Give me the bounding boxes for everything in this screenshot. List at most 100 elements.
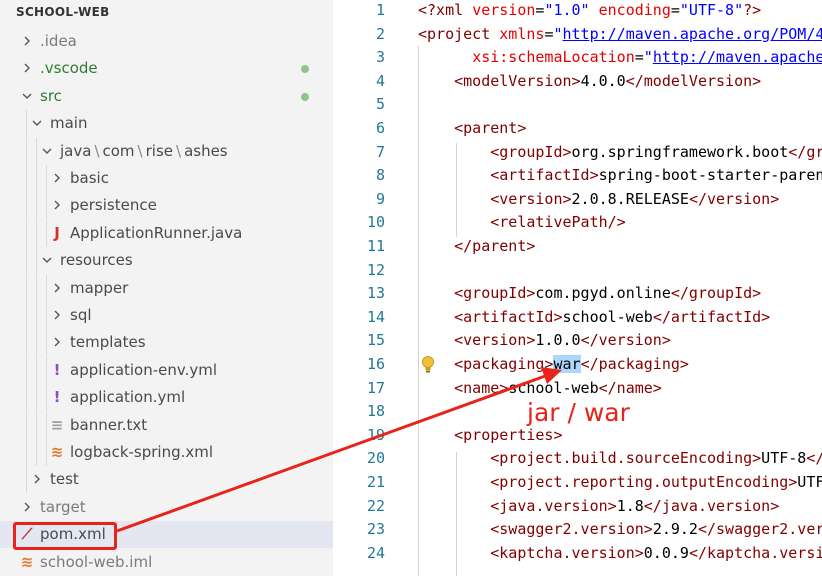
code-line[interactable]: <groupId>org.springframework.boot</group…: [418, 143, 822, 161]
tree-item-label: basic: [70, 169, 109, 187]
tree-item-label: application.yml: [70, 388, 186, 407]
code-token: "1.0": [544, 1, 590, 19]
tree-item-label: mapper: [70, 278, 129, 297]
code-line[interactable]: <kaptcha.version>0.0.9</kaptcha.version>: [418, 544, 822, 562]
code-token: <artifactId>: [418, 166, 599, 185]
code-token: http://maven.apache.org/POM/4.0.0: [652, 48, 822, 67]
tree-folder[interactable]: .vscode: [0, 55, 333, 82]
tree-item-label: resources: [60, 251, 133, 270]
tree-indent-guide: [36, 165, 37, 192]
tree-folder[interactable]: .idea: [0, 28, 333, 55]
code-line[interactable]: <relativePath/>: [418, 213, 625, 231]
chevron-right-icon[interactable]: [50, 275, 64, 303]
chevron-right-icon[interactable]: [50, 329, 64, 357]
tree-item-label: .vscode: [40, 59, 98, 78]
tree-folder[interactable]: java \ com \ rise \ ashes: [0, 137, 333, 166]
code-line[interactable]: <artifactId>school-web</artifactId>: [418, 308, 770, 326]
code-line[interactable]: <?xml version="1.0" encoding="UTF-8"?>: [418, 1, 761, 19]
code-line[interactable]: <parent>: [418, 119, 526, 137]
line-number: 4: [375, 71, 385, 90]
tree-folder[interactable]: target: [0, 494, 333, 521]
tree-folder[interactable]: templates: [0, 329, 333, 357]
code-token: <version>: [418, 331, 536, 350]
code-line[interactable]: <groupId>com.pgyd.online</groupId>: [418, 284, 761, 302]
code-line[interactable]: <packaging>war</packaging>: [418, 355, 689, 373]
code-token: <groupId>: [418, 142, 572, 161]
tree-folder[interactable]: persistence: [0, 192, 333, 220]
code-token: school-web: [508, 378, 599, 397]
chevron-right-icon[interactable]: [20, 494, 34, 522]
tree-folder[interactable]: sql: [0, 302, 333, 329]
tree-folder[interactable]: resources: [0, 247, 333, 275]
line-number: 1: [375, 1, 385, 19]
line-number: 7: [375, 142, 385, 161]
code-token: <project.build.sourceEncoding>: [418, 449, 762, 468]
tree-indent-guide: [36, 356, 37, 384]
code-line[interactable]: xsi:schemaLocation="http://maven.apache.…: [418, 48, 822, 66]
chevron-down-icon[interactable]: [40, 247, 54, 275]
code-token: <kaptcha.version>: [418, 543, 644, 562]
chevron-down-icon[interactable]: [20, 83, 34, 111]
indent-guide: [456, 452, 457, 576]
tree-file[interactable]: ≋ school-web.iml: [0, 549, 333, 576]
tree-indent-guide: [26, 219, 27, 247]
line-number: 2: [375, 24, 385, 43]
code-line[interactable]: <project.reporting.outputEncoding>UTF-8<…: [418, 473, 822, 491]
tree-indent-guide: [46, 439, 47, 466]
tree-file[interactable]: ≋ logback-spring.xml: [0, 439, 333, 466]
tree-indent-guide: [46, 302, 47, 329]
code-token: <properties>: [418, 425, 563, 444]
code-editor[interactable]: 1 2 3 4 5 6 7 8 9 10 11 12 13 14 15 16 17 18 19 20 21 22 23 24 …: [333, 0, 822, 576]
tree-indent-guide: [26, 137, 27, 165]
code-line[interactable]: <swagger2.version>2.9.2</swagger2.versio…: [418, 520, 822, 538]
line-number: 9: [375, 189, 385, 208]
code-line[interactable]: <artifactId>spring-boot-starter-parent</…: [418, 166, 822, 184]
code-token: </artifactId>: [652, 307, 771, 326]
tree-item-label: templates: [70, 333, 146, 352]
code-token: 2.9.2: [652, 520, 698, 539]
chevron-right-icon[interactable]: [20, 28, 34, 56]
line-number: 23: [366, 520, 385, 539]
chevron-right-icon[interactable]: [30, 466, 44, 494]
code-token: </parent>: [418, 237, 536, 255]
code-line[interactable]: </parent>: [418, 237, 535, 255]
tree-file[interactable]: ≡ banner.txt: [0, 411, 333, 439]
xml-file-icon: ≋: [50, 443, 64, 461]
tree-indent-guide: [46, 411, 47, 439]
chevron-right-icon[interactable]: [50, 165, 64, 193]
code-line[interactable]: <name>school-web</name>: [418, 379, 662, 397]
tree-file[interactable]: J ApplicationRunner.java: [0, 219, 333, 247]
code-line[interactable]: <modelVersion>4.0.0</modelVersion>: [418, 72, 761, 90]
chevron-down-icon[interactable]: [40, 138, 54, 166]
tree-indent-guide: [36, 192, 37, 220]
code-line[interactable]: <java.version>1.8</java.version>: [418, 497, 779, 515]
tree-file[interactable]: ! application.yml: [0, 384, 333, 412]
tree-folder[interactable]: mapper: [0, 274, 333, 303]
code-line[interactable]: <version>1.0.0</version>: [418, 331, 671, 349]
modified-indicator: [301, 92, 309, 101]
code-line[interactable]: <version>2.0.8.RELEASE</version>: [418, 190, 779, 208]
tree-file[interactable]: ! application-env.yml: [0, 356, 333, 384]
explorer-title: SCHOOL-WEB: [16, 5, 110, 19]
path-separator: \: [94, 141, 100, 160]
chevron-right-icon[interactable]: [50, 192, 64, 220]
code-line[interactable]: <properties>: [418, 425, 563, 444]
lightbulb-icon[interactable]: [421, 356, 435, 374]
tree-folder[interactable]: basic: [0, 165, 333, 192]
path-segment: java: [60, 141, 92, 160]
tree-indent-guide: [36, 219, 37, 247]
tree-folder[interactable]: src: [0, 83, 333, 110]
chevron-right-icon[interactable]: [50, 302, 64, 330]
code-line[interactable]: <project xmlns="http://maven.apache.org/…: [418, 25, 822, 43]
code-line[interactable]: <project.build.sourceEncoding>UTF-8</pro…: [418, 449, 822, 467]
line-number: 11: [366, 237, 385, 255]
tree-indent-guide: [26, 411, 27, 439]
code-token: <packaging>: [418, 355, 554, 373]
chevron-down-icon[interactable]: [30, 110, 44, 138]
tree-indent-guide: [26, 274, 27, 302]
tree-folder[interactable]: test: [0, 466, 333, 494]
tree-folder[interactable]: main: [0, 110, 333, 138]
chevron-right-icon[interactable]: [20, 55, 34, 83]
